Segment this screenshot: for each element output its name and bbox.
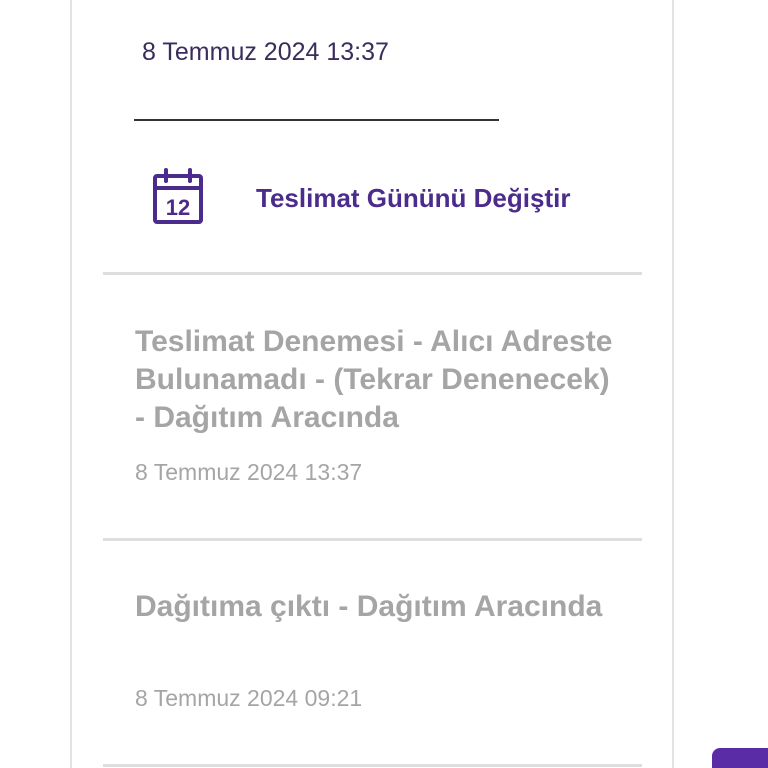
signature-line: [134, 119, 499, 121]
current-status-title-cutoff: [134, 0, 554, 6]
timeline-event-date: 8 Temmuz 2024 09:21: [135, 685, 363, 711]
timeline-divider: [103, 272, 642, 275]
timeline-event-title: Dağıtıma çıktı - Dağıtım Aracında: [135, 590, 603, 623]
timeline-divider: [103, 764, 642, 767]
change-delivery-day-button[interactable]: 12 Teslimat Gününü Değiştir: [150, 168, 590, 228]
change-delivery-day-label: Teslimat Gününü Değiştir: [256, 182, 571, 213]
current-status-date: 8 Temmuz 2024 13:37: [142, 38, 389, 66]
calendar-icon: 12: [153, 168, 203, 224]
floating-action-button[interactable]: [712, 748, 768, 768]
svg-text:12: 12: [166, 195, 190, 220]
shipment-tracking-screen: 8 Temmuz 2024 13:37 12 Teslimat Gününü D…: [0, 0, 768, 768]
timeline-event-date: 8 Temmuz 2024 13:37: [135, 459, 363, 485]
timeline-divider: [103, 538, 642, 541]
timeline-event-title: Teslimat Denemesi - Alıcı Adreste Buluna…: [135, 325, 613, 434]
